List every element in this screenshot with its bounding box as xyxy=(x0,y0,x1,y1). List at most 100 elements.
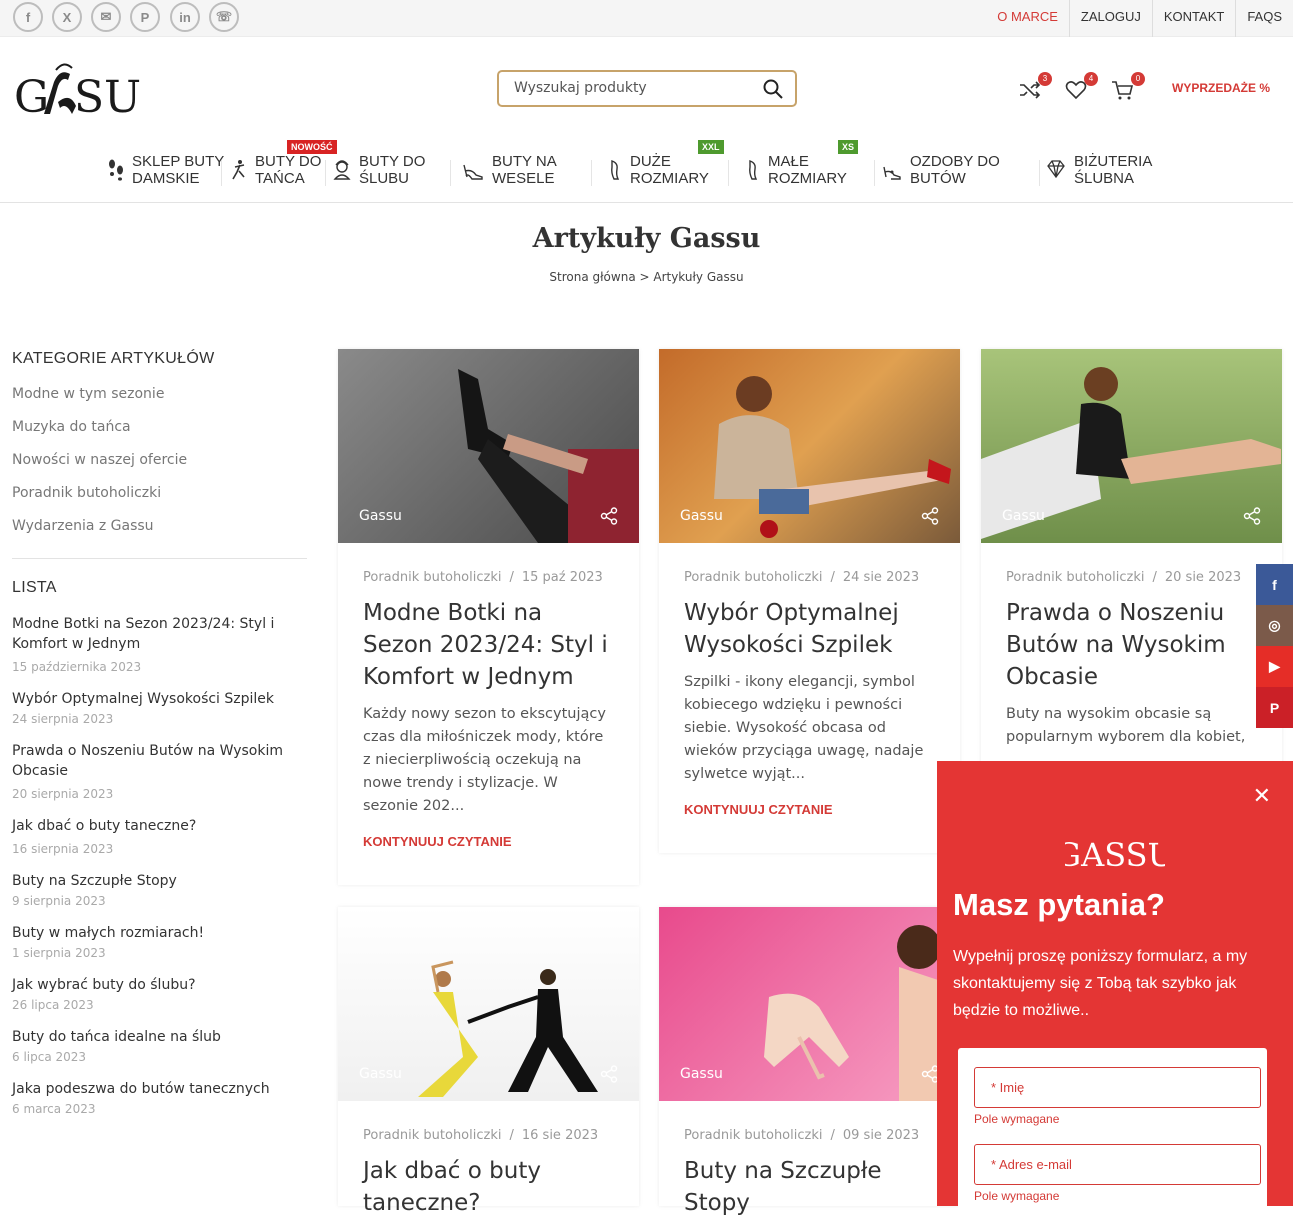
post-title[interactable]: Prawda o Noszeniu Butów na Wysokim Obcas… xyxy=(1006,597,1257,693)
nav-item-women-shoes[interactable]: SKLEP BUTY DAMSKIE xyxy=(108,153,224,187)
email-field[interactable]: * Adres e-mail xyxy=(974,1144,1261,1185)
nav-item-large-sizes[interactable]: DUŻE ROZMIARY xyxy=(608,153,709,187)
required-message: Pole wymagane xyxy=(974,1112,1060,1126)
post-image[interactable]: Gassu xyxy=(659,349,960,543)
post-image[interactable]: Gassu xyxy=(659,907,960,1101)
post-image-label: Gassu xyxy=(680,1066,723,1082)
faqs-link[interactable]: FAQS xyxy=(1235,0,1293,37)
nav-label: TAŃCA xyxy=(255,170,305,187)
nav-label: BIŻUTERIA xyxy=(1074,153,1153,170)
share-icon[interactable] xyxy=(600,507,618,525)
breadcrumb[interactable]: Strona główna > Artykuły Gassu xyxy=(0,270,1293,284)
close-icon[interactable]: ✕ xyxy=(1253,783,1271,809)
category-link[interactable]: Modne w tym sezonie xyxy=(12,386,307,402)
nav-label: SKLEP BUTY xyxy=(132,153,225,170)
x-twitter-icon[interactable]: X xyxy=(52,2,82,32)
post-title[interactable]: Modne Botki na Sezon 2023/24: Styl i Kom… xyxy=(363,597,614,693)
nav-item-dance-shoes[interactable]: BUTY DO TAŃCA xyxy=(231,153,321,187)
read-more-link[interactable]: KONTYNUUJ CZYTANIE xyxy=(363,834,614,849)
cart-count-badge: 0 xyxy=(1131,72,1145,86)
category-link[interactable]: Muzyka do tańca xyxy=(12,419,307,435)
side-instagram-icon[interactable]: ◎ xyxy=(1256,605,1293,646)
contact-link[interactable]: KONTAKT xyxy=(1151,0,1235,37)
category-link[interactable]: Nowości w naszej ofercie xyxy=(12,452,307,468)
nav-item-wedding-shoes[interactable]: BUTY DO ŚLUBU xyxy=(333,153,425,187)
category-link[interactable]: Poradnik butoholiczki xyxy=(12,485,307,501)
post-meta: Poradnik butoholiczki/15 paź 2023 xyxy=(363,570,603,585)
post-image[interactable]: Gassu xyxy=(338,907,639,1101)
search-box[interactable]: Wyszukaj produkty xyxy=(497,70,797,107)
post-category[interactable]: Poradnik butoholiczki xyxy=(684,570,822,585)
post-card: Gassu Poradnik butoholiczki/09 sie 2023 … xyxy=(659,907,960,1216)
post-title[interactable]: Wybór Optymalnej Wysokości Szpilek xyxy=(684,597,935,661)
compare-button[interactable]: 3 xyxy=(1018,72,1052,102)
nav-label: MAŁE xyxy=(768,153,809,170)
post-image-label: Gassu xyxy=(359,508,402,524)
cart-button[interactable]: 0 xyxy=(1111,72,1145,102)
wishlist-button[interactable]: 4 xyxy=(1064,72,1098,102)
nav-label: BUTY DO xyxy=(255,153,322,170)
share-icon[interactable] xyxy=(1243,507,1261,525)
sidebar-article-link[interactable]: Wybór Optymalnej Wysokości Szpilek xyxy=(12,689,307,709)
facebook-icon[interactable]: f xyxy=(13,2,43,32)
nav-item-party-shoes[interactable]: BUTY NA WESELE xyxy=(462,153,557,187)
share-icon[interactable] xyxy=(600,1065,618,1083)
sidebar-article-link[interactable]: Modne Botki na Sezon 2023/24: Styl i Kom… xyxy=(12,614,307,654)
nav-label: ŚLUBNA xyxy=(1074,170,1135,187)
sidebar-article-date: 9 sierpnia 2023 xyxy=(12,894,106,908)
side-pinterest-icon[interactable]: P xyxy=(1256,687,1293,728)
nav-label: BUTY NA xyxy=(492,153,557,170)
post-image-label: Gassu xyxy=(1002,508,1045,524)
post-title[interactable]: Buty na Szczupłe Stopy xyxy=(684,1155,935,1219)
top-bar: f X ✉ P in ☏ O MARCE ZALOGUJ KONTAKT FAQ… xyxy=(0,0,1293,37)
post-category[interactable]: Poradnik butoholiczki xyxy=(1006,570,1144,585)
sale-link[interactable]: WYPRZEDAŻE % xyxy=(1172,81,1270,95)
svg-text:S: S xyxy=(74,72,104,118)
gassu-logo[interactable]: G U S xyxy=(14,62,159,118)
share-icon[interactable] xyxy=(921,507,939,525)
sidebar-article-link[interactable]: Buty w małych rozmiarach! xyxy=(12,923,307,943)
xxl-badge: XXL xyxy=(698,140,724,154)
sidebar-article-date: 20 sierpnia 2023 xyxy=(12,787,114,801)
post-category[interactable]: Poradnik butoholiczki xyxy=(684,1128,822,1143)
email-icon[interactable]: ✉ xyxy=(91,2,121,32)
sidebar-article-link[interactable]: Prawda o Noszeniu Butów na Wysokim Obcas… xyxy=(12,741,307,781)
post-category[interactable]: Poradnik butoholiczki xyxy=(363,1128,501,1143)
post-image[interactable]: Gassu xyxy=(338,349,639,543)
login-link[interactable]: ZALOGUJ xyxy=(1068,0,1152,37)
nav-label: ROZMIARY xyxy=(630,170,709,187)
search-icon[interactable] xyxy=(763,79,783,99)
foot-icon xyxy=(749,160,758,180)
post-card: Gassu Poradnik butoholiczki/15 paź 2023 … xyxy=(338,349,639,885)
nav-item-small-sizes[interactable]: MAŁE ROZMIARY xyxy=(746,153,847,187)
sidebar-article-link[interactable]: Jak wybrać buty do ślubu? xyxy=(12,975,307,995)
category-link[interactable]: Wydarzenia z Gassu xyxy=(12,518,307,534)
sidebar-article-link[interactable]: Jaka podeszwa do butów tanecznych xyxy=(12,1079,307,1099)
search-input[interactable]: Wyszukaj produkty xyxy=(514,80,647,96)
side-youtube-icon[interactable]: ▶ xyxy=(1256,646,1293,687)
nav-divider xyxy=(1039,160,1040,186)
post-title[interactable]: Jak dbać o buty taneczne? xyxy=(363,1155,614,1219)
name-field[interactable]: * Imię xyxy=(974,1067,1261,1108)
read-more-link[interactable]: KONTYNUUJ CZYTANIE xyxy=(684,802,935,817)
linkedin-icon[interactable]: in xyxy=(170,2,200,32)
nav-item-wedding-jewelry[interactable]: BIŻUTERIA ŚLUBNA xyxy=(1046,153,1152,187)
side-facebook-icon[interactable]: f xyxy=(1256,564,1293,605)
post-image[interactable]: Gassu xyxy=(981,349,1282,543)
post-meta: Poradnik butoholiczki/20 sie 2023 xyxy=(1006,570,1242,585)
sidebar-article-link[interactable]: Jak dbać o buty taneczne? xyxy=(12,816,307,836)
required-message: Pole wymagane xyxy=(974,1189,1060,1203)
about-link[interactable]: O MARCE xyxy=(986,0,1069,37)
post-card: Gassu Poradnik butoholiczki/16 sie 2023 … xyxy=(338,907,639,1216)
post-category[interactable]: Poradnik butoholiczki xyxy=(363,570,501,585)
wishlist-count-badge: 4 xyxy=(1084,72,1098,86)
post-image-label: Gassu xyxy=(680,508,723,524)
post-excerpt: Każdy nowy sezon to ekscytujący czas dla… xyxy=(363,706,606,814)
sidebar-article-date: 24 sierpnia 2023 xyxy=(12,712,114,726)
whatsapp-icon[interactable]: ☏ xyxy=(209,2,239,32)
sidebar-article-link[interactable]: Buty do tańca idealne na ślub xyxy=(12,1027,307,1047)
sidebar-article-link[interactable]: Buty na Szczupłe Stopy xyxy=(12,871,307,891)
pinterest-icon[interactable]: P xyxy=(130,2,160,32)
top-links: O MARCE ZALOGUJ KONTAKT FAQS xyxy=(986,0,1293,37)
nav-item-shoe-ornaments[interactable]: OZDOBY DO BUTÓW xyxy=(882,153,1000,187)
